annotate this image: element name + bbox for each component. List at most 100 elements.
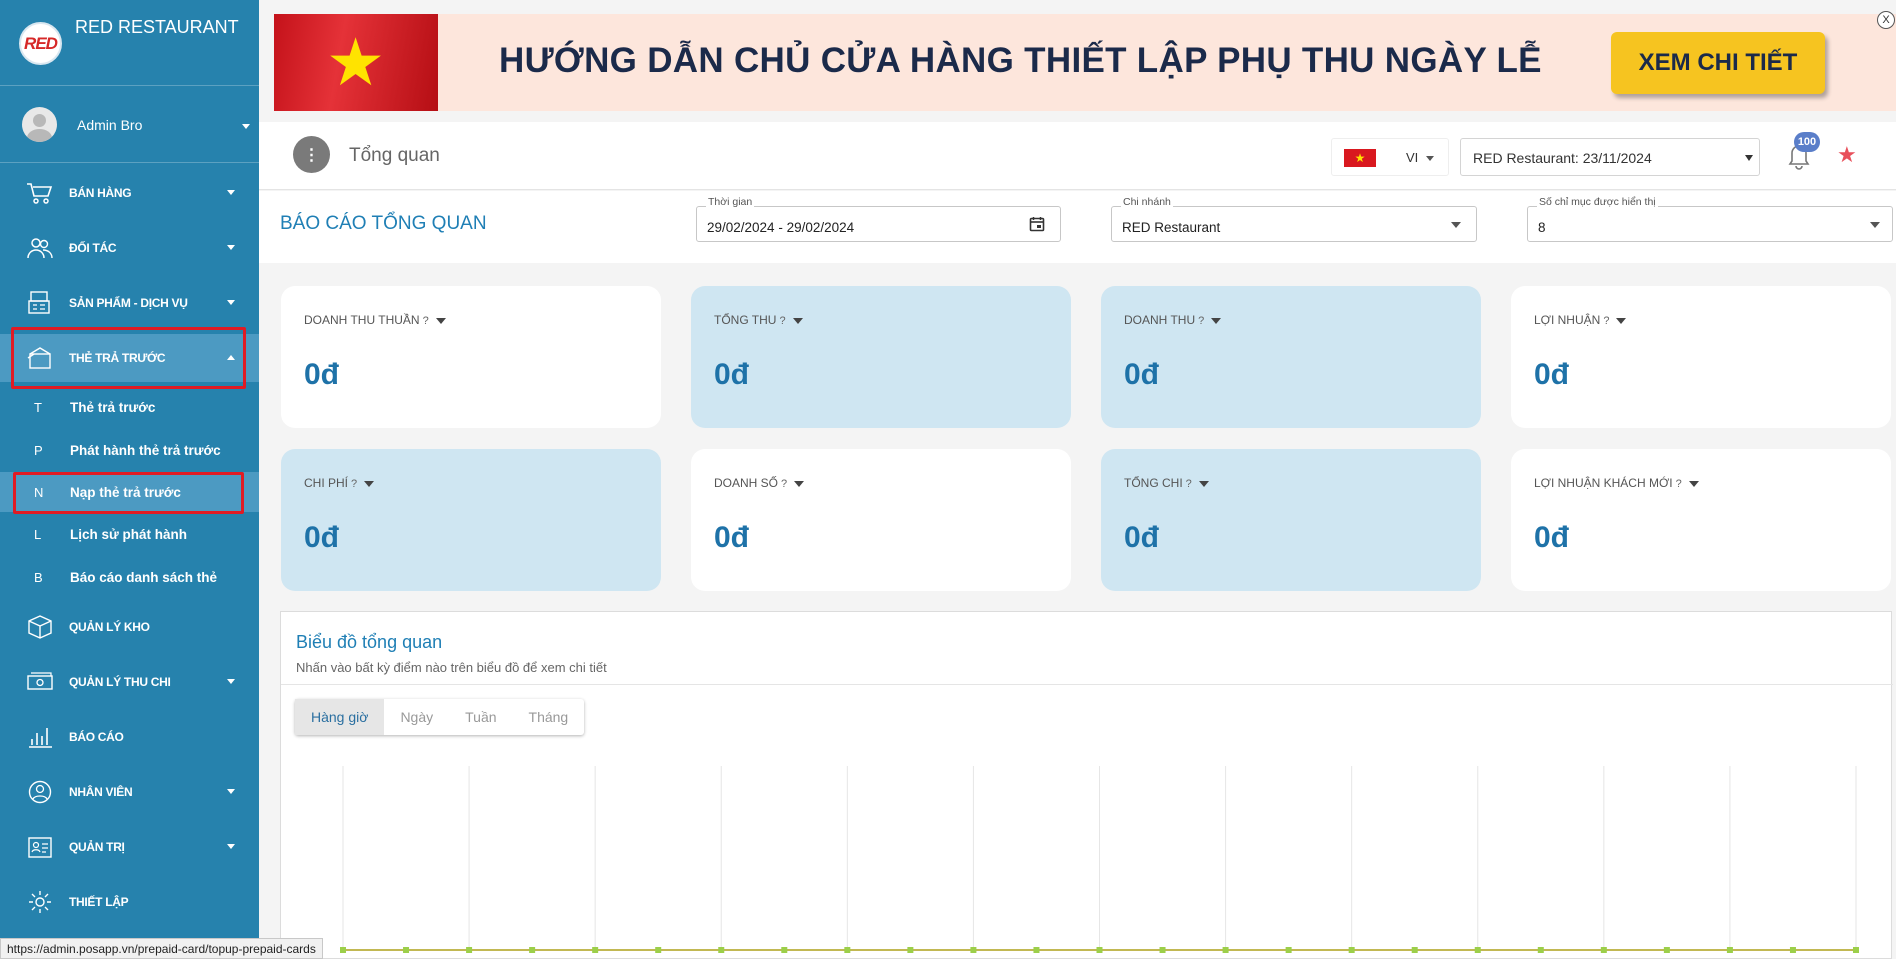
subitem-card-list-report[interactable]: B Báo cáo danh sách thẻ — [0, 557, 259, 597]
kpi-card[interactable]: DOANH SỐ? 0đ — [691, 449, 1071, 591]
data-point[interactable] — [466, 947, 473, 953]
data-point[interactable] — [1411, 947, 1418, 953]
kpi-card[interactable]: DOANH THU? 0đ — [1101, 286, 1481, 428]
favorite-star-icon[interactable]: ★ — [1837, 142, 1857, 168]
data-point[interactable] — [781, 947, 788, 953]
chevron-down-icon[interactable] — [364, 480, 375, 487]
branch-select[interactable]: Chi nhánh RED Restaurant — [1111, 196, 1477, 242]
sidebar-item-reports[interactable]: BÁO CÁO — [0, 713, 259, 761]
sidebar-item-label: QUẢN LÝ THU CHI — [69, 675, 171, 689]
promo-banner[interactable]: ★ HƯỚNG DẪN CHỦ CỬA HÀNG THIẾT LẬP PHỤ T… — [274, 14, 1896, 111]
sidebar-item-label: ĐỐI TÁC — [69, 241, 117, 255]
store-select[interactable]: RED Restaurant: 23/11/2024 — [1460, 138, 1760, 176]
time-range-field[interactable]: Thời gian 29/02/2024 - 29/02/2024 — [696, 196, 1061, 242]
tab-hourly[interactable]: Hàng giờ — [295, 699, 385, 735]
sidebar-item-staff[interactable]: NHÂN VIÊN — [0, 768, 259, 816]
language-code: VI — [1406, 150, 1419, 165]
data-point[interactable] — [1663, 947, 1670, 953]
subitem-issue-prepaid-card[interactable]: P Phát hành thẻ trả trước — [0, 430, 259, 470]
tab-daily[interactable]: Ngày — [384, 699, 449, 735]
chevron-down-icon[interactable] — [1616, 317, 1627, 324]
data-point[interactable] — [655, 947, 662, 953]
index-count-select[interactable]: Số chỉ mục được hiển thị 8 — [1527, 196, 1893, 242]
kpi-value: 0đ — [304, 521, 340, 554]
data-point[interactable] — [1600, 947, 1607, 953]
kpi-card[interactable]: TỔNG CHI? 0đ — [1101, 449, 1481, 591]
overview-chart[interactable] — [281, 742, 1891, 959]
language-selector[interactable]: ★ VI — [1331, 138, 1449, 176]
data-point[interactable] — [970, 947, 977, 953]
kpi-card[interactable]: LỢI NHUẬN KHÁCH MỚI? 0đ — [1511, 449, 1891, 591]
data-point[interactable] — [1159, 947, 1166, 953]
data-point[interactable] — [592, 947, 599, 953]
kpi-card[interactable]: LỢI NHUẬN? 0đ — [1511, 286, 1891, 428]
vietnam-flag-icon: ★ — [1344, 149, 1376, 167]
banner-close-button[interactable]: X — [1877, 11, 1895, 29]
sidebar-item-admin[interactable]: QUẢN TRỊ — [0, 823, 259, 871]
data-point[interactable] — [1789, 947, 1796, 953]
kpi-label: TỔNG CHI — [1124, 476, 1183, 490]
data-point[interactable] — [1285, 947, 1292, 953]
chevron-down-icon[interactable] — [1688, 480, 1699, 487]
kpi-card[interactable]: DOANH THU THUẦN? 0đ — [281, 286, 661, 428]
subitem-label: Báo cáo danh sách thẻ — [70, 570, 218, 585]
sidebar-item-partners[interactable]: ĐỐI TÁC — [0, 224, 259, 272]
sidebar-item-settings[interactable]: THIẾT LẬP — [0, 878, 259, 926]
data-point[interactable] — [1222, 947, 1229, 953]
chevron-down-icon[interactable] — [435, 317, 446, 324]
kpi-card[interactable]: TỔNG THU? 0đ — [691, 286, 1071, 428]
data-point[interactable] — [403, 947, 410, 953]
chevron-down-icon — [227, 679, 235, 684]
register-icon — [28, 291, 50, 314]
menu-toggle-button[interactable]: ⋮ — [293, 136, 330, 173]
kpi-label: LỢI NHUẬN — [1534, 313, 1601, 327]
data-point[interactable] — [1096, 947, 1103, 953]
sidebar-item-sales[interactable]: BÁN HÀNG — [0, 169, 259, 217]
kpi-value: 0đ — [1534, 521, 1570, 554]
user-menu[interactable]: Admin Bro — [0, 87, 259, 163]
highlight-box-topup — [13, 472, 244, 514]
subitem-letter: P — [34, 443, 43, 458]
chevron-down-icon — [227, 190, 235, 195]
data-point[interactable] — [1033, 947, 1040, 953]
overview-chart-panel: Biểu đồ tổng quan Nhấn vào bất kỳ điểm n… — [280, 611, 1893, 959]
chevron-down-icon[interactable] — [1211, 317, 1222, 324]
view-details-button[interactable]: XEM CHI TIẾT — [1611, 32, 1825, 94]
sidebar-item-products[interactable]: SẢN PHẨM - DỊCH VỤ — [0, 279, 259, 327]
chevron-down-icon[interactable] — [1198, 480, 1209, 487]
chevron-down-icon — [242, 124, 250, 129]
tab-weekly[interactable]: Tuần — [449, 699, 512, 735]
sidebar-item-finance[interactable]: QUẢN LÝ THU CHI — [0, 658, 259, 706]
page-title: Tổng quan — [349, 145, 440, 166]
data-point[interactable] — [529, 947, 536, 953]
chevron-down-icon[interactable] — [794, 480, 805, 487]
kpi-value: 0đ — [714, 358, 750, 391]
kpi-card[interactable]: CHI PHÍ? 0đ — [281, 449, 661, 591]
chevron-down-icon[interactable] — [792, 317, 803, 324]
data-point[interactable] — [1537, 947, 1544, 953]
data-point[interactable] — [1726, 947, 1733, 953]
subitem-letter: L — [34, 527, 42, 542]
data-point[interactable] — [844, 947, 851, 953]
data-point[interactable] — [718, 947, 725, 953]
tab-monthly[interactable]: Tháng — [513, 699, 585, 735]
kpi-value: 0đ — [1124, 521, 1160, 554]
data-point[interactable] — [1853, 947, 1859, 953]
index-count-value: 8 — [1538, 220, 1546, 235]
subitem-issue-history[interactable]: L Lịch sử phát hành — [0, 514, 259, 554]
brand[interactable]: RED RED RESTAURANT — [0, 0, 259, 86]
data-point[interactable] — [907, 947, 914, 953]
calendar-icon[interactable] — [1029, 216, 1045, 232]
sidebar-item-inventory[interactable]: QUẢN LÝ KHO — [0, 603, 259, 651]
sidebar-item-label: NHÂN VIÊN — [69, 785, 133, 799]
kpi-value: 0đ — [1124, 358, 1160, 391]
data-point[interactable] — [1348, 947, 1355, 953]
data-point[interactable] — [340, 947, 346, 953]
data-point[interactable] — [1474, 947, 1481, 953]
subitem-prepaid-card[interactable]: T Thẻ trả trước — [0, 387, 259, 427]
chevron-down-icon — [1870, 222, 1880, 228]
help-icon: ? — [1198, 315, 1205, 327]
vietnam-flag-image: ★ — [274, 14, 438, 111]
kpi-label: DOANH THU — [1124, 313, 1196, 327]
app: RED RED RESTAURANT Admin Bro BÁN HÀNG ĐỐ… — [0, 0, 1896, 959]
